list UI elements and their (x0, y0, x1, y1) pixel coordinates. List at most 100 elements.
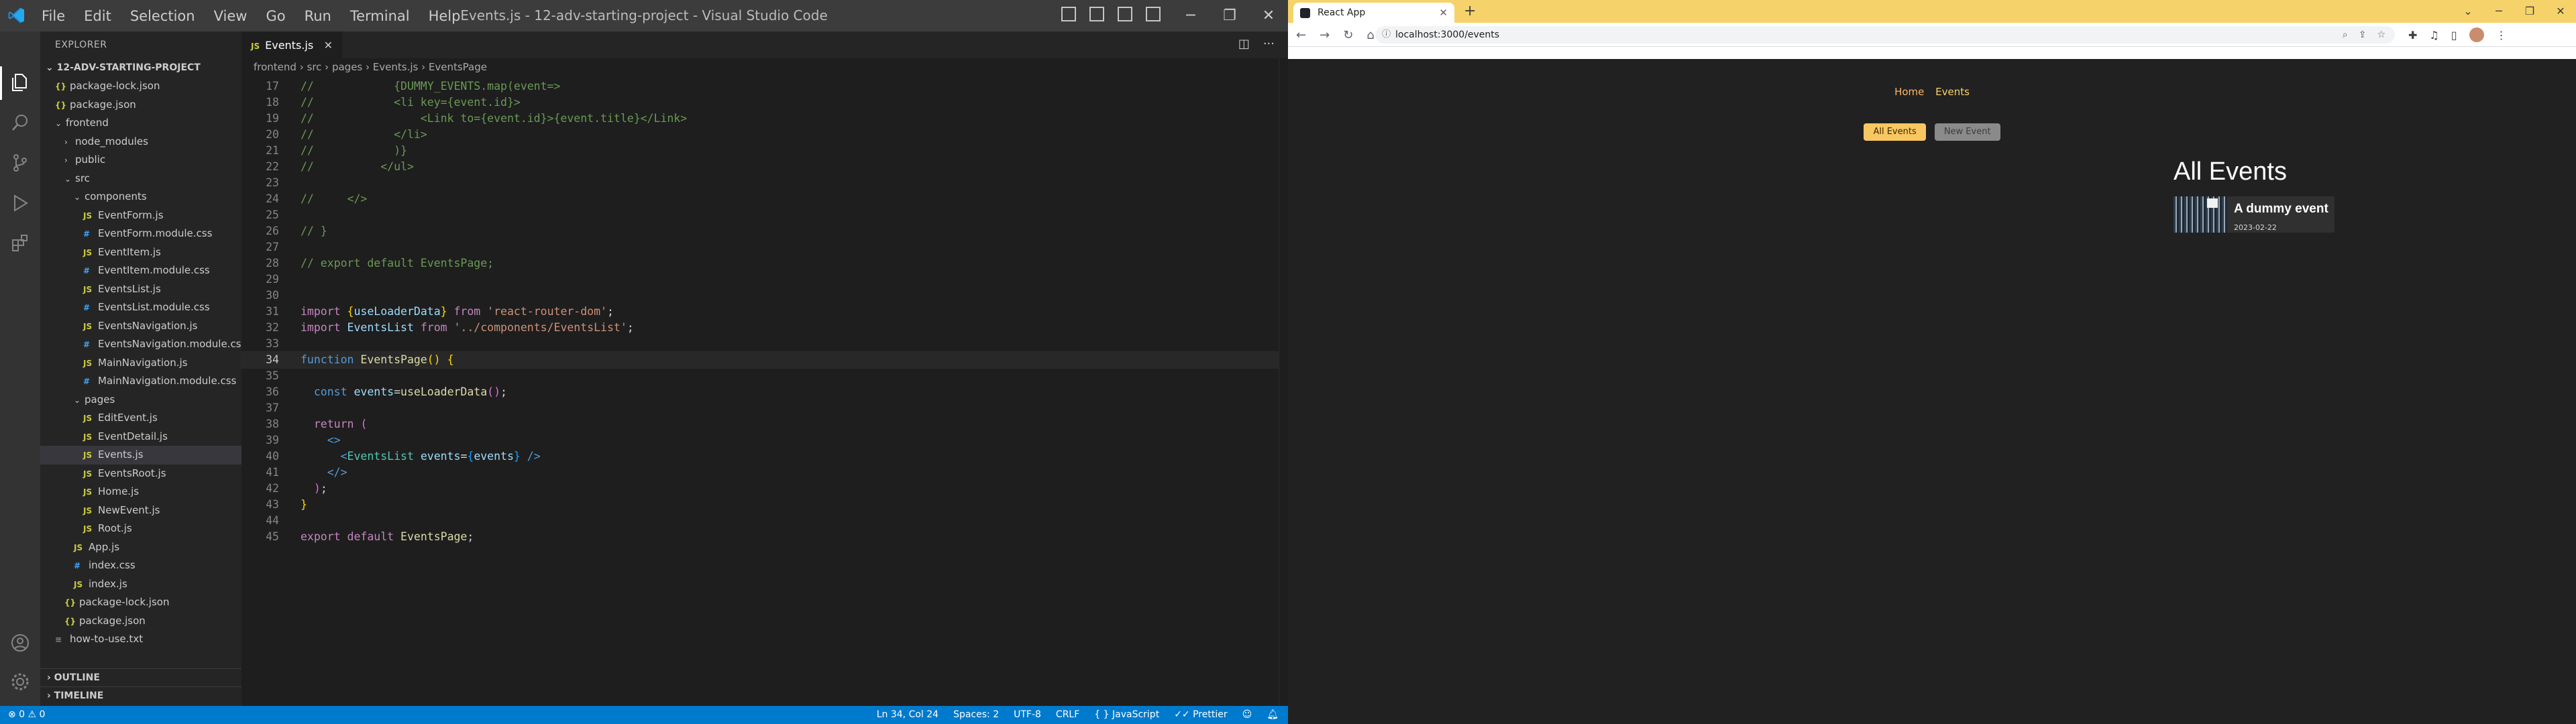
toggle-secondary-sidebar-icon[interactable] (1118, 7, 1132, 21)
code-line[interactable]: 27 (241, 239, 1288, 255)
settings-gear-icon[interactable] (9, 671, 31, 692)
code-line[interactable]: 29 (241, 272, 1288, 288)
tree-folder[interactable]: › public (40, 151, 241, 170)
indentation[interactable]: Spaces: 2 (953, 706, 999, 724)
code-line[interactable]: 17 // {DUMMY_EVENTS.map(event=> (241, 78, 1288, 95)
tree-file[interactable]: JS Home.js (40, 483, 241, 501)
cursor-position[interactable]: Ln 34, Col 24 (877, 706, 938, 724)
tree-file[interactable]: # EventsNavigation.module.css (40, 335, 246, 354)
code-line[interactable]: 35 (241, 368, 1288, 384)
side-panel-icon[interactable]: ▯ (2451, 29, 2457, 42)
code-line[interactable]: 43} (241, 497, 1288, 513)
menu-item-help[interactable]: Help (429, 8, 461, 24)
nav-link-home[interactable]: Home (1894, 86, 1924, 98)
code-line[interactable]: 40 <EventsList events={events} /> (241, 448, 1288, 465)
new-event-link[interactable]: New Event (1934, 123, 2000, 141)
tree-file[interactable]: JS Events.js (40, 446, 241, 465)
breadcrumb-item[interactable]: src (307, 61, 322, 73)
tree-folder[interactable]: › node_modules (40, 133, 241, 152)
tree-file[interactable]: {} package-lock.json (40, 77, 241, 96)
search-icon[interactable] (9, 112, 31, 133)
menu-item-terminal[interactable]: Terminal (350, 8, 410, 24)
code-line[interactable]: 30 (241, 288, 1288, 304)
extensions-puzzle-icon[interactable]: ✚ (2408, 29, 2417, 42)
code-line[interactable]: 28 // export default EventsPage; (241, 255, 1288, 272)
nav-link-events[interactable]: Events (1935, 86, 1970, 98)
menu-item-file[interactable]: File (42, 8, 65, 24)
tree-file[interactable]: {} package-lock.json (40, 593, 241, 612)
browser-tab[interactable]: React App ✕ (1293, 3, 1454, 23)
problems-indicator[interactable]: ⊗ 0 ⚠ 0 (8, 706, 45, 724)
prettier-status[interactable]: ✓✓ Prettier (1174, 706, 1227, 724)
notifications-bell-icon[interactable]: 🔔︎ (1267, 706, 1279, 724)
all-events-link[interactable]: All Events (1864, 123, 1926, 141)
restore-icon[interactable]: ❐ (1210, 0, 1249, 32)
tree-file[interactable]: JS EditEvent.js (40, 409, 241, 428)
code-line[interactable]: 25 (241, 207, 1288, 223)
tree-file[interactable]: JS EventForm.js (40, 206, 241, 225)
tree-folder[interactable]: ⌄ pages (40, 391, 241, 410)
event-list-item[interactable]: A dummy event 2023-02-22 (2174, 196, 2334, 233)
minimize-icon[interactable]: ─ (1171, 0, 1210, 32)
source-control-icon[interactable] (9, 152, 31, 174)
tree-file[interactable]: # EventsList.module.css (40, 298, 241, 317)
tab-events-js[interactable]: JS Events.js ✕ (241, 32, 342, 58)
tree-file[interactable]: JS EventsRoot.js (40, 465, 241, 483)
tree-file[interactable]: JS App.js (40, 538, 241, 557)
tree-file[interactable]: # MainNavigation.module.css (40, 372, 241, 391)
code-line[interactable]: 26 // } (241, 223, 1288, 239)
site-info-icon[interactable]: ⓘ (1382, 26, 1391, 44)
code-line[interactable]: 42 ); (241, 481, 1288, 497)
toggle-panel-icon[interactable] (1089, 7, 1104, 21)
tree-folder[interactable]: ⌄ src (40, 170, 241, 188)
code-line[interactable]: 44 (241, 513, 1288, 529)
tree-file[interactable]: JS EventItem.js (40, 243, 241, 262)
breadcrumb-item[interactable]: pages (332, 61, 362, 73)
home-icon[interactable]: ⌂ (1366, 28, 1374, 42)
tree-file[interactable]: JS NewEvent.js (40, 501, 241, 520)
code-line[interactable]: 24 // </> (241, 191, 1288, 207)
menu-item-run[interactable]: Run (305, 8, 331, 24)
menu-item-edit[interactable]: Edit (84, 8, 111, 24)
code-line[interactable]: 19 // <Link to={event.id}>{event.title}</… (241, 111, 1288, 127)
split-editor-icon[interactable]: ◫ (1238, 37, 1250, 51)
language-mode[interactable]: { } JavaScript (1094, 706, 1159, 724)
breadcrumb-item[interactable]: frontend (254, 61, 297, 73)
project-root[interactable]: ⌄ 12-ADV-STARTING-PROJECT (40, 58, 241, 77)
tree-file[interactable]: ≡ how-to-use.txt (40, 630, 241, 649)
code-line[interactable]: 32 import EventsList from '../components/… (241, 320, 1288, 336)
close-icon[interactable]: ✕ (1249, 0, 1288, 32)
more-actions-icon[interactable]: ··· (1263, 37, 1275, 51)
code-line[interactable]: 21 // )} (241, 143, 1288, 159)
tree-file[interactable]: {} package.json (40, 612, 241, 631)
scrollbar[interactable] (1279, 58, 1288, 706)
tree-file[interactable]: JS Root.js (40, 520, 241, 538)
profile-avatar[interactable] (2469, 27, 2484, 42)
menu-item-view[interactable]: View (214, 8, 248, 24)
code-line[interactable]: 37 (241, 400, 1288, 416)
restore-icon[interactable]: ❐ (2514, 0, 2545, 23)
code-line[interactable]: 39 <> (241, 432, 1288, 448)
code-line[interactable]: 33 (241, 336, 1288, 352)
code-editor[interactable]: 17 // {DUMMY_EVENTS.map(event=> 18 // <li k… (241, 78, 1289, 545)
explorer-icon[interactable] (9, 72, 31, 93)
menu-kebab-icon[interactable]: ⋮ (2496, 29, 2507, 42)
end-of-line[interactable]: CRLF (1056, 706, 1079, 724)
tree-file[interactable]: JS EventsNavigation.js (40, 317, 241, 336)
code-line[interactable]: 23 (241, 175, 1288, 191)
forward-arrow-icon[interactable]: → (1320, 28, 1330, 42)
code-line[interactable]: 22 // </ul> (241, 159, 1288, 175)
accounts-icon[interactable] (9, 632, 31, 654)
code-line[interactable]: 41 </> (241, 465, 1288, 481)
new-tab-icon[interactable]: + (1464, 3, 1476, 19)
bookmark-star-icon[interactable]: ☆ (2377, 26, 2385, 44)
tree-folder[interactable]: ⌄ components (40, 188, 241, 206)
address-bar[interactable]: ⓘ localhost:3000/events ⌕ ⇪ ☆ (1375, 26, 2395, 44)
code-line[interactable]: 31 import {useLoaderData} from 'react-rou… (241, 304, 1288, 320)
tab-close-icon[interactable]: ✕ (1439, 3, 1448, 23)
tab-search-icon[interactable]: ⌄ (2453, 0, 2483, 23)
code-line[interactable]: 36 const events=useLoaderData(); (241, 384, 1288, 400)
tree-file[interactable]: # index.css (40, 556, 241, 575)
menu-item-go[interactable]: Go (266, 8, 285, 24)
zoom-icon[interactable]: ⌕ (2343, 26, 2348, 44)
